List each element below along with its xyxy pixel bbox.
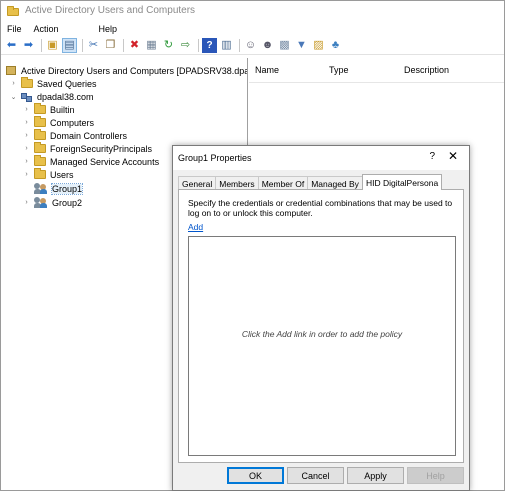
folder-icon [34, 168, 46, 179]
add-link[interactable]: Add [188, 222, 203, 232]
expand-chevron-icon[interactable]: › [22, 171, 31, 178]
tree-item-label: Domain Controllers [50, 130, 128, 141]
show-tree-icon[interactable]: ▤ [62, 38, 77, 53]
tree-item-label: Computers [50, 117, 95, 128]
tree-item-label: Group1 [50, 182, 84, 195]
expand-chevron-icon[interactable]: › [22, 106, 31, 113]
tree-item-label: Builtin [50, 104, 75, 115]
menu-file[interactable]: File [1, 24, 28, 34]
tree-item-foreign-security-principals[interactable]: › ForeignSecurityPrincipals [22, 142, 152, 155]
tab-panel: Specify the credentials or credential co… [178, 189, 464, 463]
ok-button[interactable]: OK [227, 467, 284, 484]
tree-item-builtin[interactable]: › Builtin [22, 103, 75, 116]
toolbar-separator [123, 39, 124, 52]
expand-chevron-icon[interactable]: › [22, 158, 31, 165]
active-directory-icon [5, 65, 17, 76]
dialog-title-bar: Group1 Properties ? ✕ [173, 146, 469, 170]
column-header-description[interactable]: Description [398, 65, 449, 75]
console-icon[interactable]: ▥ [219, 38, 234, 53]
folder-icon [34, 116, 46, 127]
new-group-icon[interactable]: ☻ [260, 38, 275, 53]
folder-icon [34, 129, 46, 140]
policy-list[interactable]: Click the Add link in order to add the p… [188, 236, 456, 456]
folder-icon [7, 5, 19, 16]
tab-members[interactable]: Members [215, 176, 259, 190]
tab-hid-digitalpersona[interactable]: HID DigitalPersona [361, 174, 443, 190]
menu-help[interactable]: Help [93, 24, 124, 34]
forward-arrow-icon[interactable]: ➡ [21, 38, 36, 53]
properties-icon[interactable]: ▦ [144, 38, 159, 53]
list-header: Name Type Description [249, 58, 504, 83]
tree-item-users[interactable]: › Users [22, 168, 74, 181]
column-header-type[interactable]: Type [323, 65, 398, 75]
filter-icon[interactable]: ▼ [294, 38, 309, 53]
tree-item-label: ForeignSecurityPrincipals [50, 143, 153, 154]
panel-description: Specify the credentials or credential co… [188, 198, 453, 218]
toolbar-separator [239, 39, 240, 52]
folder-icon [34, 155, 46, 166]
cancel-button[interactable]: Cancel [287, 467, 344, 484]
help-dialog-button[interactable]: Help [407, 467, 464, 484]
toolbar-separator [41, 39, 42, 52]
group-icon [34, 183, 48, 194]
tree-item-saved-queries[interactable]: › Saved Queries [9, 77, 97, 90]
tree-item-managed-service-accounts[interactable]: › Managed Service Accounts [22, 155, 159, 168]
expand-chevron-icon[interactable]: › [22, 132, 31, 139]
help-icon[interactable]: ? [202, 38, 217, 53]
find-icon[interactable]: ▨ [311, 38, 326, 53]
toolbar: ⬅ ➡ ▣ ▤ ✂ ❐ ✖ ▦ ↻ ⇨ ? ▥ ☺ ☻ ▩ ▼ ▨ ♣ [1, 37, 504, 55]
tree-item-group2[interactable]: › Group2 [22, 196, 82, 209]
collapse-chevron-icon[interactable]: ⌄ [9, 93, 18, 101]
tree-root-label: Active Directory Users and Computers [DP… [21, 65, 248, 76]
tree-root[interactable]: Active Directory Users and Computers [DP… [5, 64, 248, 77]
tab-strip: General Members Member Of Managed By HID… [178, 174, 443, 190]
tree-item-label: Users [50, 169, 74, 180]
tree-item-computers[interactable]: › Computers [22, 116, 94, 129]
new-user-icon[interactable]: ☺ [243, 38, 258, 53]
tab-member-of[interactable]: Member Of [257, 176, 309, 190]
window-title: Active Directory Users and Computers [25, 5, 196, 16]
group-properties-dialog: Group1 Properties ? ✕ General Members Me… [172, 145, 470, 491]
title-bar: Active Directory Users and Computers [1, 1, 504, 20]
dialog-title: Group1 Properties [178, 153, 252, 163]
cut-icon[interactable]: ✂ [86, 38, 101, 53]
tree-item-label: Group2 [52, 197, 83, 208]
main-window: Active Directory Users and Computers Fil… [0, 0, 505, 491]
tree-item-domain[interactable]: ⌄ dpadal38.com [9, 90, 94, 103]
toolbar-separator [198, 39, 199, 52]
dialog-button-row: OK Cancel Apply Help [173, 467, 469, 487]
refresh-icon[interactable]: ↻ [161, 38, 176, 53]
tree-item-label: Managed Service Accounts [50, 156, 160, 167]
help-button[interactable]: ? [429, 151, 435, 162]
domain-icon [21, 91, 33, 102]
back-arrow-icon[interactable]: ⬅ [4, 38, 19, 53]
folder-icon [21, 77, 33, 88]
tab-general[interactable]: General [178, 176, 217, 190]
apply-button[interactable]: Apply [347, 467, 404, 484]
menu-action[interactable]: Action [28, 24, 65, 34]
folder-icon [34, 103, 46, 114]
column-header-name[interactable]: Name [249, 65, 323, 75]
expand-chevron-icon[interactable]: › [22, 199, 31, 206]
expand-chevron-icon[interactable]: › [22, 145, 31, 152]
expand-chevron-icon[interactable]: › [22, 119, 31, 126]
new-ou-icon[interactable]: ▩ [277, 38, 292, 53]
copy-icon[interactable]: ❐ [103, 38, 118, 53]
expand-chevron-icon[interactable]: › [9, 80, 18, 87]
up-folder-icon[interactable]: ▣ [45, 38, 60, 53]
tree-item-group1[interactable]: Group1 [22, 182, 84, 195]
delete-icon[interactable]: ✖ [127, 38, 142, 53]
close-icon[interactable]: ✕ [448, 149, 458, 163]
add-to-group-icon[interactable]: ♣ [328, 38, 343, 53]
tree-item-domain-controllers[interactable]: › Domain Controllers [22, 129, 127, 142]
export-icon[interactable]: ⇨ [178, 38, 193, 53]
policy-hint: Click the Add link in order to add the p… [241, 329, 403, 339]
group-icon [34, 197, 48, 208]
tree-item-label: dpadal38.com [37, 91, 94, 102]
tree-item-label: Saved Queries [37, 78, 97, 89]
menu-bar: File Action Help [1, 21, 504, 36]
toolbar-separator [82, 39, 83, 52]
folder-icon [34, 142, 46, 153]
tab-managed-by[interactable]: Managed By [307, 176, 363, 190]
